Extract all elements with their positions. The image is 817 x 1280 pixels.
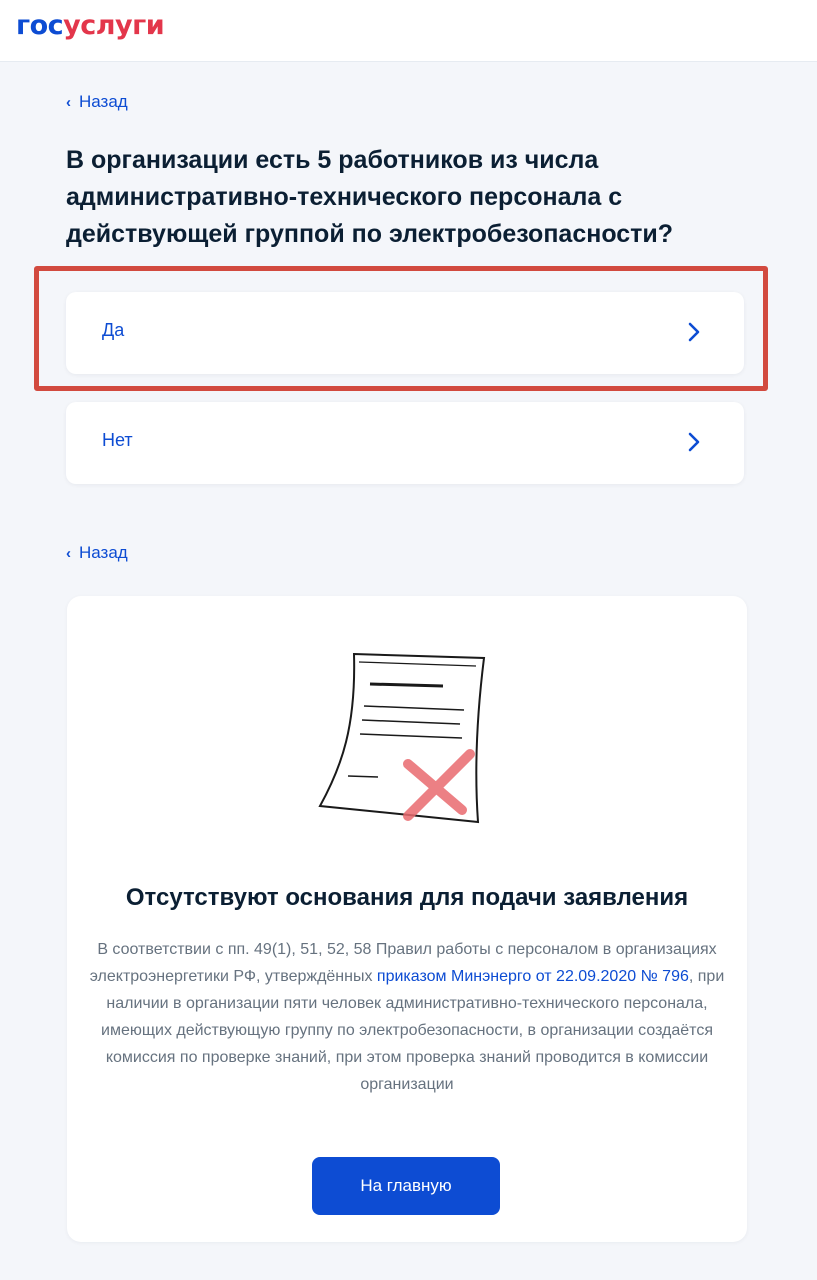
back-link-top[interactable]: ‹ Назад: [66, 92, 128, 112]
back-link-bottom[interactable]: ‹ Назад: [66, 543, 128, 563]
chevron-right-icon: [688, 322, 700, 342]
rejected-document-icon: [318, 652, 486, 824]
result-title: Отсутствуют основания для подачи заявлен…: [125, 884, 689, 911]
chevron-left-icon: ‹: [66, 544, 71, 562]
gosuslugi-logo[interactable]: госуслуги: [16, 10, 165, 41]
option-yes[interactable]: Да: [66, 292, 744, 374]
result-card: Отсутствуют основания для подачи заявлен…: [67, 596, 747, 1242]
logo-part1: гос: [16, 10, 64, 41]
home-button[interactable]: На главную: [312, 1157, 500, 1215]
chevron-left-icon: ‹: [66, 93, 71, 111]
header: госуслуги: [0, 0, 817, 62]
back-link-label: Назад: [79, 543, 128, 562]
back-link-label: Назад: [79, 92, 128, 111]
order-link[interactable]: приказом Минэнерго от 22.09.2020 № 796: [377, 968, 689, 985]
question-title: В организации есть 5 работников из числа…: [66, 146, 674, 248]
result-text-after-link: , при наличии в организации пяти человек…: [101, 968, 725, 1093]
chevron-right-icon: [688, 432, 700, 452]
option-label: Нет: [102, 430, 133, 450]
option-label: Да: [102, 320, 125, 340]
result-description: В соответствии с пп. 49(1), 51, 52, 58 П…: [89, 936, 725, 1098]
option-no[interactable]: Нет: [66, 402, 744, 484]
logo-part2: услуги: [63, 10, 165, 41]
